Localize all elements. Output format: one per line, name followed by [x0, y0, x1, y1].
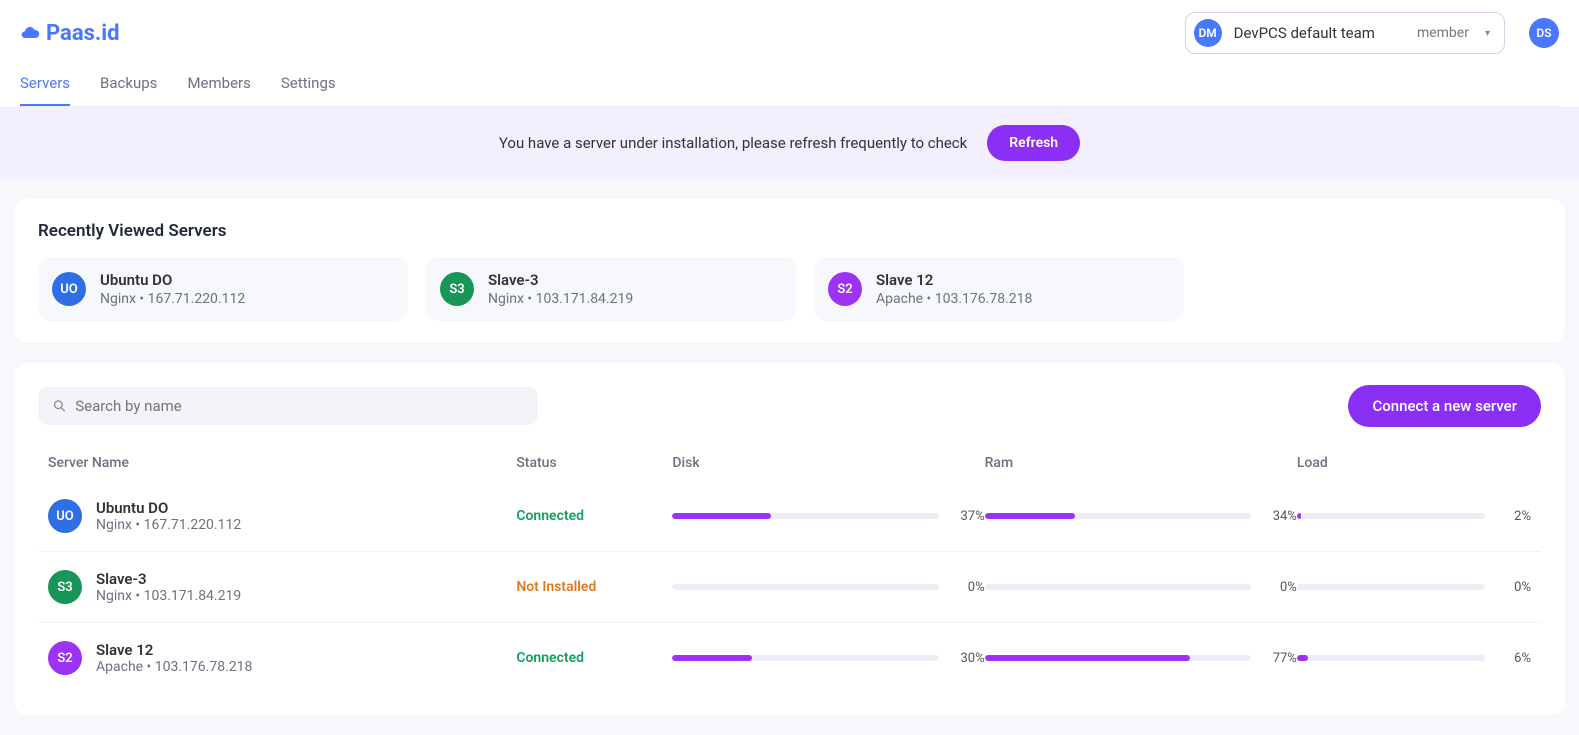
- metric: 0%: [672, 580, 984, 595]
- search-box[interactable]: [38, 387, 538, 425]
- col-load: Load: [1297, 455, 1531, 471]
- metric: 30%: [672, 651, 984, 666]
- team-name: DevPCS default team: [1234, 24, 1375, 42]
- server-badge: UO: [48, 499, 82, 533]
- progress-bar: [1297, 513, 1485, 519]
- server-badge: S2: [48, 641, 82, 675]
- tab-settings[interactable]: Settings: [281, 64, 336, 106]
- metric-value: 0%: [1497, 580, 1531, 595]
- metric: 0%: [1297, 580, 1531, 595]
- tab-backups[interactable]: Backups: [100, 64, 157, 106]
- progress-bar: [672, 584, 938, 590]
- progress-bar: [1297, 584, 1485, 590]
- server-name: Ubuntu DO: [100, 271, 245, 289]
- refresh-button[interactable]: Refresh: [987, 125, 1080, 161]
- progress-bar: [985, 584, 1251, 590]
- progress-bar: [985, 513, 1251, 519]
- metric-value: 0%: [1263, 580, 1297, 595]
- server-meta: Apache • 103.176.78.218: [876, 291, 1032, 307]
- metric-value: 37%: [951, 509, 985, 524]
- user-avatar[interactable]: DS: [1529, 18, 1559, 48]
- recent-card[interactable]: S3 Slave-3 Nginx • 103.171.84.219: [426, 257, 796, 321]
- team-selector[interactable]: DM DevPCS default team member ▾: [1185, 12, 1505, 54]
- notice-text: You have a server under installation, pl…: [499, 134, 967, 152]
- col-status: Status: [516, 455, 672, 471]
- metric-value: 77%: [1263, 651, 1297, 666]
- recent-title: Recently Viewed Servers: [38, 221, 1541, 241]
- col-ram: Ram: [985, 455, 1297, 471]
- notice-bar: You have a server under installation, pl…: [0, 107, 1579, 179]
- server-meta: Nginx • 167.71.220.112: [100, 291, 245, 307]
- table-row[interactable]: UO Ubuntu DONginx • 167.71.220.112 Connect…: [38, 481, 1541, 551]
- metric: 34%: [985, 509, 1297, 524]
- server-name: Slave 12: [96, 641, 252, 659]
- col-disk: Disk: [672, 455, 984, 471]
- server-name: Slave 12: [876, 271, 1032, 289]
- server-name: Slave-3: [488, 271, 633, 289]
- nav-tabs: Servers Backups Members Settings: [20, 64, 1559, 107]
- server-meta: Apache • 103.176.78.218: [96, 659, 252, 675]
- recent-panel: Recently Viewed Servers UO Ubuntu DO Nginx…: [14, 199, 1565, 343]
- col-name: Server Name: [48, 455, 516, 471]
- chevron-down-icon: ▾: [1485, 28, 1490, 39]
- metric-value: 2%: [1497, 509, 1531, 524]
- status: Connected: [516, 508, 672, 524]
- metric-value: 30%: [951, 651, 985, 666]
- progress-bar: [672, 513, 938, 519]
- table-row[interactable]: S3 Slave-3Nginx • 103.171.84.219 Not Insta…: [38, 551, 1541, 622]
- server-meta: Nginx • 103.171.84.219: [96, 588, 241, 604]
- metric: 6%: [1297, 651, 1531, 666]
- tab-members[interactable]: Members: [187, 64, 250, 106]
- recent-card[interactable]: S2 Slave 12 Apache • 103.176.78.218: [814, 257, 1184, 321]
- server-badge: S3: [440, 272, 474, 306]
- team-role: member: [1417, 25, 1469, 41]
- recent-card[interactable]: UO Ubuntu DO Nginx • 167.71.220.112: [38, 257, 408, 321]
- brand-name: Paas.id: [46, 21, 120, 46]
- server-meta: Nginx • 167.71.220.112: [96, 517, 241, 533]
- status: Not Installed: [516, 579, 672, 595]
- servers-panel: Connect a new server Server Name Status …: [14, 363, 1565, 715]
- server-name: Ubuntu DO: [96, 499, 241, 517]
- metric: 77%: [985, 651, 1297, 666]
- server-badge: UO: [52, 272, 86, 306]
- metric-value: 34%: [1263, 509, 1297, 524]
- search-input[interactable]: [75, 397, 524, 415]
- progress-bar: [672, 655, 938, 661]
- server-meta: Nginx • 103.171.84.219: [488, 291, 633, 307]
- cloud-icon: [20, 23, 40, 43]
- progress-bar: [1297, 655, 1485, 661]
- server-name: Slave-3: [96, 570, 241, 588]
- table-header: Server Name Status Disk Ram Load: [38, 445, 1541, 481]
- server-badge: S2: [828, 272, 862, 306]
- table-row[interactable]: S2 Slave 12Apache • 103.176.78.218 Connect…: [38, 622, 1541, 693]
- metric-value: 6%: [1497, 651, 1531, 666]
- metric: 2%: [1297, 509, 1531, 524]
- metric-value: 0%: [951, 580, 985, 595]
- metric: 0%: [985, 580, 1297, 595]
- metric: 37%: [672, 509, 984, 524]
- status: Connected: [516, 650, 672, 666]
- brand-logo[interactable]: Paas.id: [20, 21, 120, 46]
- team-badge: DM: [1194, 19, 1222, 47]
- search-icon: [52, 398, 67, 414]
- progress-bar: [985, 655, 1251, 661]
- connect-server-button[interactable]: Connect a new server: [1348, 385, 1541, 427]
- server-badge: S3: [48, 570, 82, 604]
- tab-servers[interactable]: Servers: [20, 64, 70, 106]
